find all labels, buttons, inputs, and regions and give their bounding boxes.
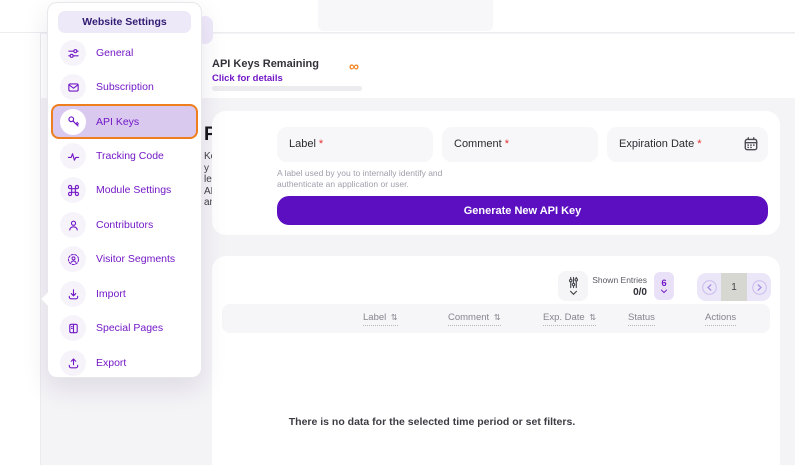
sort-icon: ⇅ — [494, 313, 501, 322]
menu-item-tracking-code[interactable]: Tracking Code — [48, 141, 201, 171]
column-header-status: Status — [628, 312, 655, 323]
next-page-button[interactable] — [747, 273, 771, 301]
expiration-date-field[interactable]: Expiration Date* — [607, 127, 768, 162]
label-helper-text: A label used by you to internally identi… — [277, 168, 449, 189]
comment-field[interactable]: Comment* — [442, 127, 598, 162]
command-icon — [60, 177, 86, 203]
table-header-row: Label ⇅ Comment ⇅ Exp. Date ⇅ Status Act… — [222, 304, 770, 333]
menu-item-api-keys[interactable]: API Keys — [51, 104, 198, 139]
app-window: API Keys Remaining Click for details ∞ P… — [0, 0, 795, 465]
prev-page-button[interactable] — [697, 273, 721, 301]
menu-item-general[interactable]: General — [48, 38, 201, 68]
sort-icon: ⇅ — [589, 313, 596, 322]
page-size-select[interactable]: 6 — [654, 272, 674, 300]
menu-item-export[interactable]: Export — [48, 348, 201, 378]
sliders-icon — [60, 40, 86, 66]
website-settings-menu: Website Settings General Subscription AP… — [47, 2, 202, 378]
key-icon — [60, 109, 86, 135]
pagination: 1 — [697, 273, 771, 301]
person-icon — [60, 212, 86, 238]
empty-state-message: There is no data for the selected time p… — [242, 416, 622, 428]
menu-title: Website Settings — [58, 11, 191, 33]
sliders-icon — [567, 276, 580, 289]
shown-entries: Shown Entries 0/0 — [590, 275, 647, 298]
menu-item-contributors[interactable]: Contributors — [48, 210, 201, 240]
column-header-actions: Actions — [705, 312, 736, 323]
chevron-down-icon — [569, 290, 578, 296]
quota-title: API Keys Remaining — [212, 58, 319, 70]
upload-icon — [60, 350, 86, 376]
pages-icon — [60, 315, 86, 341]
person-segment-icon — [60, 246, 86, 272]
envelope-icon — [60, 74, 86, 100]
menu-item-module-settings[interactable]: Module Settings — [48, 175, 201, 205]
infinity-icon: ∞ — [349, 58, 359, 74]
app-sidebar — [0, 33, 41, 465]
chevron-down-icon — [660, 289, 668, 294]
sort-icon: ⇅ — [391, 313, 398, 322]
menu-item-visitor-segments[interactable]: Visitor Segments — [48, 244, 201, 274]
toolbar-placeholder — [318, 0, 493, 31]
quota-details-link[interactable]: Click for details — [212, 73, 283, 84]
generate-api-key-button[interactable]: Generate New API Key — [277, 196, 768, 225]
column-header-label[interactable]: Label ⇅ — [363, 312, 398, 323]
menu-item-special-pages[interactable]: Special Pages — [48, 313, 201, 343]
label-field[interactable]: Label* — [277, 127, 433, 162]
column-header-comment[interactable]: Comment ⇅ — [448, 312, 501, 323]
quota-progress-bar — [212, 86, 362, 91]
page-number[interactable]: 1 — [721, 273, 747, 301]
pulse-icon — [60, 143, 86, 169]
column-header-exp-date[interactable]: Exp. Date ⇅ — [543, 312, 596, 323]
filter-columns-button[interactable] — [558, 271, 588, 301]
menu-item-import[interactable]: Import — [48, 279, 201, 309]
calendar-icon — [743, 136, 759, 152]
api-keys-table-panel — [212, 256, 780, 465]
menu-item-subscription[interactable]: Subscription — [48, 72, 201, 102]
download-icon — [60, 281, 86, 307]
